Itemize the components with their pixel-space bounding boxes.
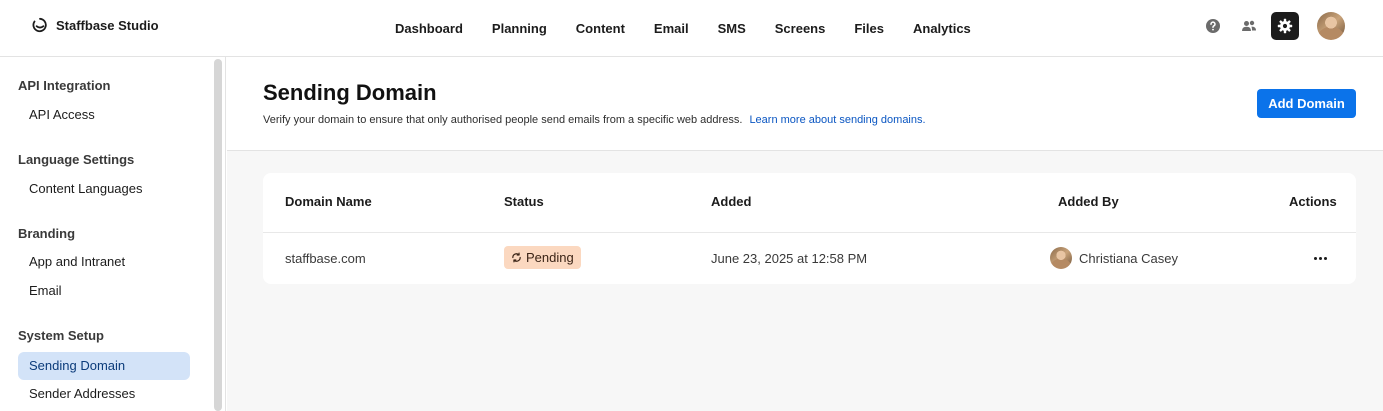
top-icons [1191,12,1345,40]
table-header: Domain Name Status Added Added By Action… [263,173,1356,233]
nav-content[interactable]: Content [576,21,625,36]
column-added-by: Added By [1058,194,1119,209]
user-avatar[interactable] [1317,12,1345,40]
nav-sms[interactable]: SMS [718,21,746,36]
sidebar-section-language-settings: Language Settings [18,152,135,167]
column-domain-name: Domain Name [285,194,372,209]
add-domain-button[interactable]: Add Domain [1257,89,1356,118]
page-title: Sending Domain [263,80,437,105]
domains-table: Domain Name Status Added Added By Action… [263,173,1356,284]
nav-dashboard[interactable]: Dashboard [395,21,463,36]
column-added: Added [711,194,752,209]
sidebar-section-branding: Branding [18,226,76,241]
sidebar-section-system-setup: System Setup [18,328,104,343]
refresh-icon [512,252,521,263]
added-by-cell: Christiana Casey [1050,247,1178,269]
column-actions: Actions [1289,194,1337,209]
help-icon[interactable] [1199,12,1227,40]
page-description-text: Verify your domain to ensure that only a… [263,114,743,126]
nav-files[interactable]: Files [854,21,884,36]
more-actions-icon[interactable] [1308,248,1332,268]
nav-analytics[interactable]: Analytics [913,21,971,36]
page-header: Sending Domain Verify your domain to ens… [227,57,1383,151]
learn-more-link[interactable]: Learn more about sending domains. [749,114,925,126]
sidebar-item-email[interactable]: Email [18,277,190,305]
column-status: Status [504,194,544,209]
nav-email[interactable]: Email [654,21,689,36]
main-nav: Dashboard Planning Content Email SMS Scr… [395,0,971,56]
sidebar-item-app-and-intranet[interactable]: App and Intranet [18,248,190,276]
sidebar-item-sender-addresses[interactable]: Sender Addresses [18,380,190,408]
gear-icon[interactable] [1271,12,1299,40]
brand[interactable]: Staffbase Studio [32,17,159,33]
top-bar: Staffbase Studio Dashboard Planning Cont… [0,0,1383,57]
added-by-name: Christiana Casey [1079,250,1178,266]
avatar [1050,247,1072,269]
added-date-cell: June 23, 2025 at 12:58 PM [711,251,868,266]
status-badge: Pending [504,246,581,269]
nav-screens[interactable]: Screens [775,21,826,36]
sidebar-item-api-access[interactable]: API Access [18,101,190,129]
nav-planning[interactable]: Planning [492,21,547,36]
app-name: Staffbase Studio [56,17,159,33]
page-description: Verify your domain to ensure that only a… [263,114,926,126]
main-content: Sending Domain Verify your domain to ens… [227,57,1383,411]
status-label: Pending [526,250,574,265]
sidebar-item-content-languages[interactable]: Content Languages [18,175,190,203]
sidebar-section-api-integration: API Integration [18,78,111,93]
sidebar-scrollbar[interactable] [214,59,222,411]
sidebar-item-sending-domain[interactable]: Sending Domain [18,352,190,380]
people-icon[interactable] [1235,12,1263,40]
sidebar: API Integration API Access Language Sett… [0,57,226,411]
staffbase-logo-icon [32,17,47,33]
domain-name-cell: staffbase.com [285,251,366,266]
